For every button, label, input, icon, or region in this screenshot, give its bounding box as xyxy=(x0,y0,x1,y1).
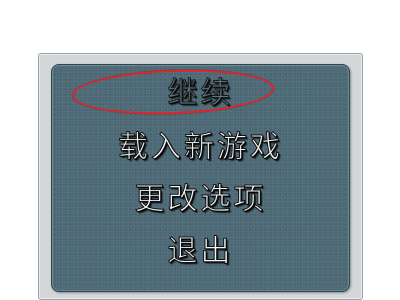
main-menu: 继续 载入新游戏 更改选项 退出 xyxy=(52,65,349,291)
menu-item-load-new-game[interactable]: 载入新游戏 xyxy=(52,130,349,165)
menu-item-quit[interactable]: 退出 xyxy=(52,234,349,269)
menu-dialog: 继续 载入新游戏 更改选项 退出 xyxy=(38,53,363,300)
menu-item-change-options[interactable]: 更改选项 xyxy=(52,182,349,217)
menu-panel: 继续 载入新游戏 更改选项 退出 xyxy=(51,64,350,292)
menu-item-continue[interactable]: 继续 xyxy=(52,76,349,111)
